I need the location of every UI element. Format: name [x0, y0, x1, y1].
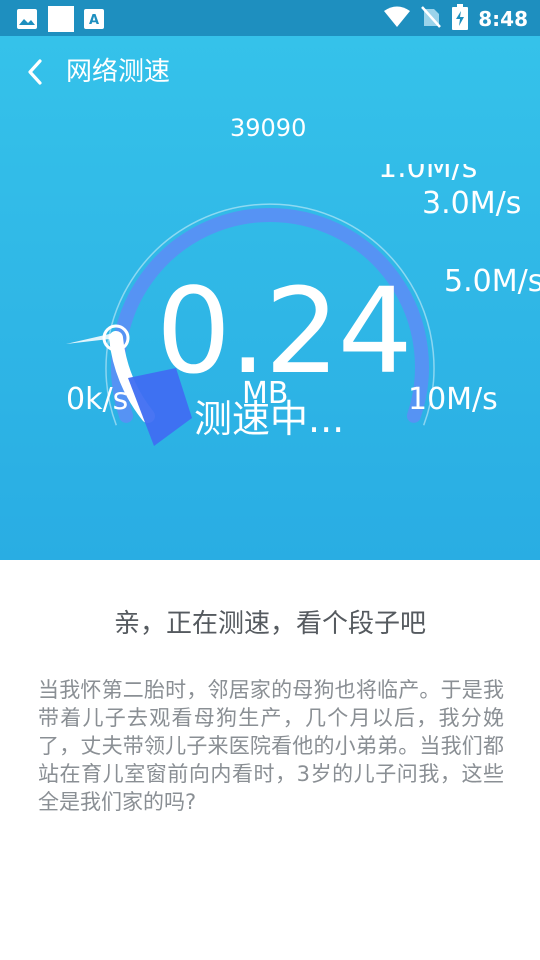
tick-label-0: 0k/s [66, 382, 129, 417]
clock: 8:48 [478, 7, 528, 31]
square-icon [48, 6, 74, 36]
battery-charging-icon [452, 4, 469, 34]
image-icon [16, 8, 38, 34]
tick-label-3: 3.0M/s [422, 186, 522, 221]
tick-label-10: 10M/s [408, 382, 498, 417]
joke-heading: 亲，正在测速，看个段子吧 [113, 609, 426, 639]
svg-text:A: A [89, 13, 99, 28]
joke-text: 当我怀第二胎时，邻居家的母狗也将临产。于是我带着儿子去观看母狗生产，几个月以后，… [38, 678, 504, 814]
joke-section: 亲，正在测速，看个段子吧 当我怀第二胎时，邻居家的母狗也将临产。于是我带着儿子去… [0, 560, 540, 960]
no-sim-icon [420, 5, 442, 33]
wifi-icon [384, 6, 411, 32]
testing-status: 测速中... [194, 397, 345, 441]
tick-label-5: 5.0M/s [444, 264, 540, 299]
text-a-icon: A [84, 8, 104, 34]
status-bar: A 8:48 [0, 0, 540, 36]
speed-test-header: 网络测速 39090 0k/s 1.0M/s 3.0M/s 5.0M/s 10M… [0, 36, 540, 560]
